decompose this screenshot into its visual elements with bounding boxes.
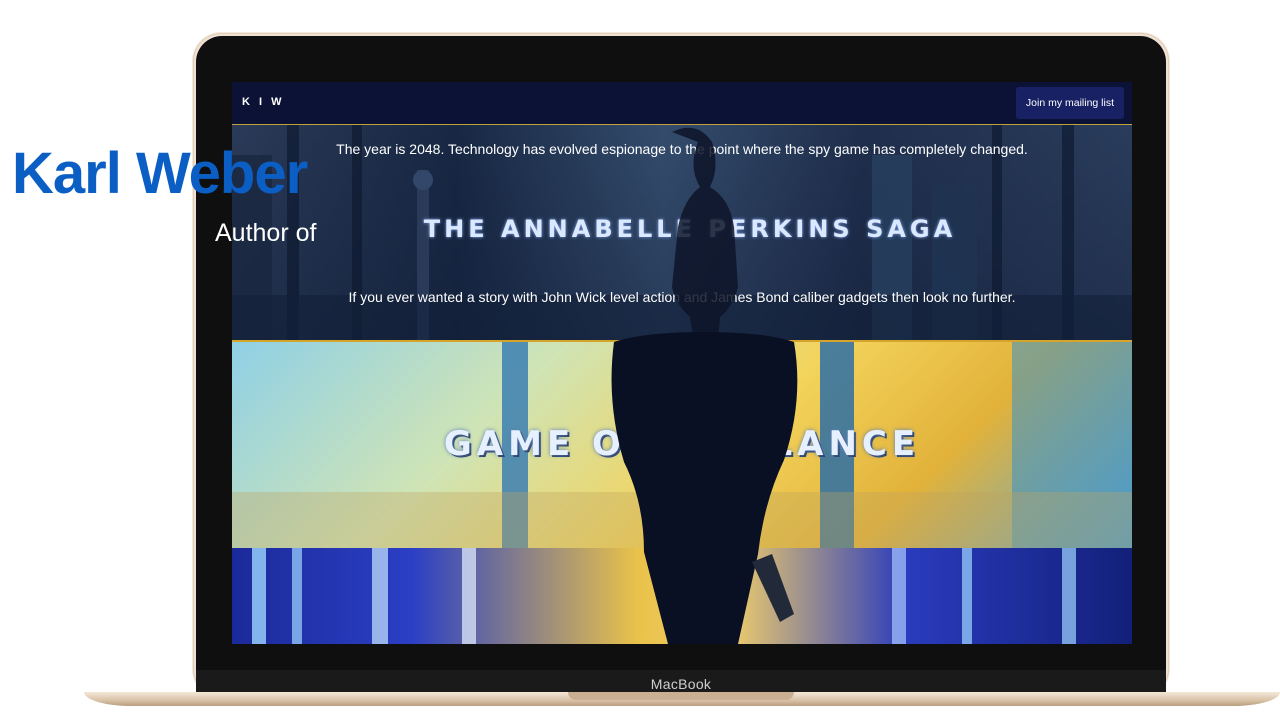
hero-intro-text: The year is 2048. Technology has evolved… [336,141,1028,157]
book-banner-game-of-vigilance[interactable]: GAME OF VIGILANCE [232,342,1132,548]
hero-pitch-text: If you ever wanted a story with John Wic… [348,289,1016,305]
website-screen: K I W Join my mailing list The year is 2… [232,82,1132,644]
author-name-heading: Karl Weber [12,141,308,206]
laptop-base-notch [568,692,794,700]
site-brand-logo[interactable]: K I W [242,96,285,108]
join-mailing-list-button[interactable]: Join my mailing list [1015,87,1124,119]
site-navbar: K I W Join my mailing list [232,82,1132,125]
hero-section: The year is 2048. Technology has evolved… [232,125,1132,342]
book-title: GAME OF VIGILANCE [443,424,921,464]
device-label: MacBook [650,676,712,692]
neon-columns-image [252,548,1076,644]
author-of-label: Author of [215,219,317,247]
book-banner-2[interactable] [232,548,1132,644]
saga-title: THE ANNABELLE PERKINS SAGA [423,215,957,243]
